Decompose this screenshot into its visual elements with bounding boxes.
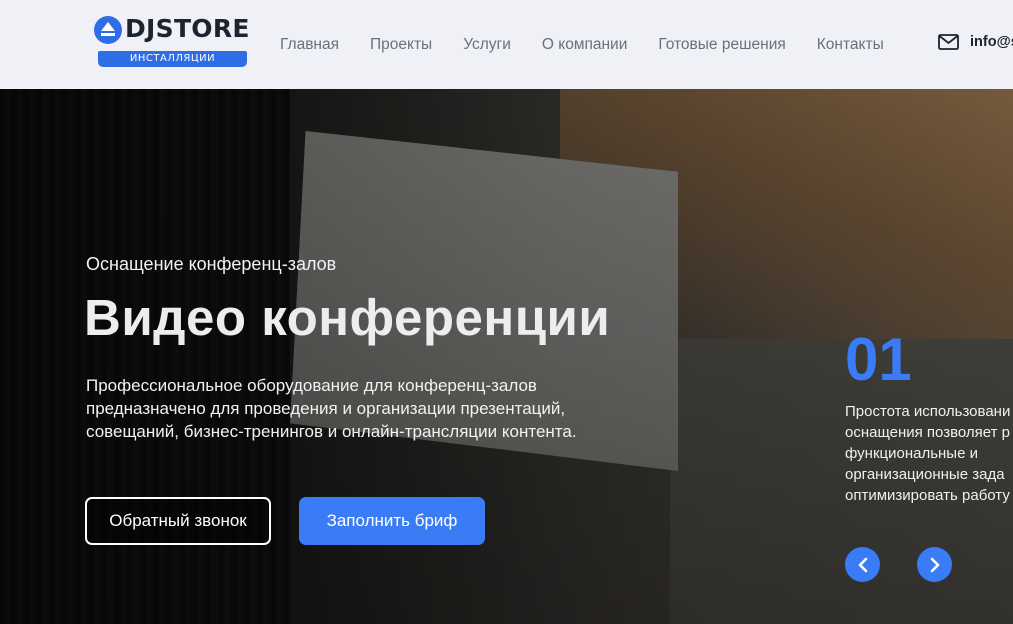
fill-brief-button[interactable]: Заполнить бриф [299,497,485,545]
slide-text-line: Простота использовани [845,403,1011,420]
logo-badge: ИНСТАЛЛЯЦИИ [98,51,247,67]
main-nav: Главная Проекты Услуги О компании Готовы… [280,36,915,54]
chevron-left-icon [858,557,867,572]
nav-about[interactable]: О компании [542,36,628,54]
slider-prev-button[interactable] [845,547,880,582]
chevron-right-icon [930,557,939,572]
slider-next-button[interactable] [917,547,952,582]
slide-number: 01 [845,326,912,393]
slide-text-line: функциональные и [845,445,978,462]
email-text: info@s [970,34,1013,50]
logo[interactable]: DJSTORE ИНСТАЛЛЯЦИИ [94,14,250,68]
callback-button[interactable]: Обратный звонок [85,497,271,545]
slide-text: Простота использовани оснащения позволяе… [845,401,1013,506]
logo-text: DJSTORE [125,14,250,43]
logo-eject-icon [94,16,122,44]
mail-icon [938,34,959,50]
nav-projects[interactable]: Проекты [370,36,432,54]
hero-subtitle: Оснащение конференц-залов [86,254,337,274]
slide-text-line: оснащения позволяет р [845,424,1011,441]
nav-solutions[interactable]: Готовые решения [658,36,785,54]
nav-contacts[interactable]: Контакты [817,36,884,54]
hero-description: Профессиональное оборудование для конфер… [86,376,577,441]
site-header: DJSTORE ИНСТАЛЛЯЦИИ Главная Проекты Услу… [0,0,1013,89]
nav-home[interactable]: Главная [280,36,339,54]
nav-services[interactable]: Услуги [463,36,511,54]
hero-title: Видео конференции [84,289,611,346]
slide-text-line: оптимизировать работу [845,487,1010,504]
email-link[interactable]: info@s [938,34,1013,50]
slide-text-line: организационные зада [845,466,1005,483]
